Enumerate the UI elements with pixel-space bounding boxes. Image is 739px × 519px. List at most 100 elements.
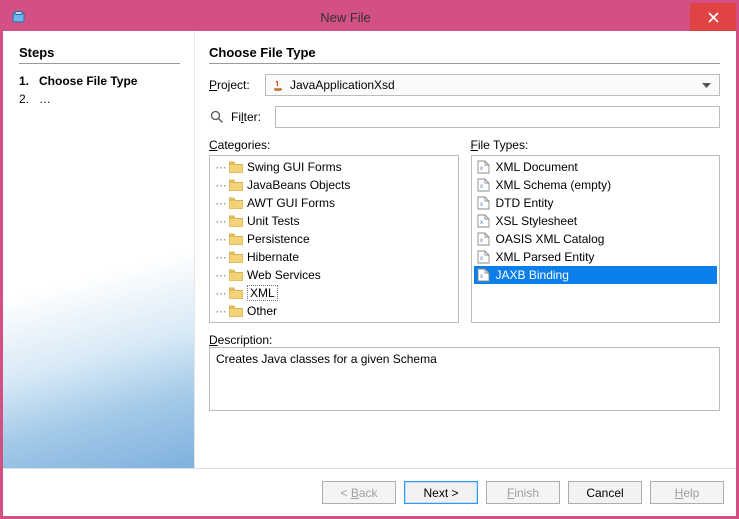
- file-icon: x: [476, 249, 492, 265]
- filetypes-column: File Types: x XML Document x XML Schema (em…: [471, 138, 721, 323]
- help-button: Help: [650, 481, 724, 504]
- svg-text:x: x: [480, 220, 483, 226]
- steps-list: 1. Choose File Type 2. …: [19, 72, 180, 108]
- categories-label: Categories:: [209, 138, 459, 152]
- folder-icon: [228, 213, 244, 229]
- filetype-label: XML Document: [496, 160, 578, 174]
- tree-expand-icon: ⋯: [214, 179, 228, 192]
- categories-listbox[interactable]: ⋯ Swing GUI Forms ⋯ JavaBeans Objects ⋯ AWT G…: [209, 155, 459, 323]
- filetype-item[interactable]: x XML Schema (empty): [474, 176, 718, 194]
- content-area: Steps 1. Choose File Type 2. … Choose Fi…: [3, 31, 736, 468]
- filetype-item[interactable]: xJAXB Binding: [474, 266, 718, 284]
- filetype-item[interactable]: x XML Parsed Entity: [474, 248, 718, 266]
- category-label: XML: [247, 285, 278, 301]
- file-icon: x: [476, 267, 492, 283]
- category-item[interactable]: ⋯ Unit Tests: [212, 212, 456, 230]
- filetype-item[interactable]: x XSL Stylesheet: [474, 212, 718, 230]
- category-item[interactable]: ⋯ Swing GUI Forms: [212, 158, 456, 176]
- categories-column: Categories: ⋯ Swing GUI Forms ⋯ JavaBeans O…: [209, 138, 459, 323]
- close-button[interactable]: [690, 3, 736, 31]
- steps-heading: Steps: [19, 45, 180, 64]
- filetype-label: XML Parsed Entity: [496, 250, 595, 264]
- description-box: Creates Java classes for a given Schema: [209, 347, 720, 411]
- filter-label: Filter:: [231, 110, 269, 124]
- button-bar: < Back Next > Finish Cancel Help: [3, 468, 736, 516]
- main-heading: Choose File Type: [209, 45, 720, 64]
- tree-expand-icon: ⋯: [214, 287, 228, 300]
- filetype-label: OASIS XML Catalog: [496, 232, 605, 246]
- project-value: JavaApplicationXsd: [290, 78, 697, 92]
- file-icon: x: [476, 213, 492, 229]
- folder-icon: [228, 159, 244, 175]
- tree-expand-icon: ⋯: [214, 269, 228, 282]
- file-icon: x: [476, 195, 492, 211]
- filetype-label: DTD Entity: [496, 196, 554, 210]
- tree-expand-icon: ⋯: [214, 215, 228, 228]
- window-title: New File: [1, 10, 690, 25]
- java-project-icon: [270, 77, 286, 93]
- tree-expand-icon: ⋯: [214, 305, 228, 318]
- filetype-label: XML Schema (empty): [496, 178, 612, 192]
- category-item[interactable]: ⋯ AWT GUI Forms: [212, 194, 456, 212]
- category-item[interactable]: ⋯ XML: [212, 284, 456, 302]
- category-label: Web Services: [247, 268, 321, 282]
- tree-expand-icon: ⋯: [214, 197, 228, 210]
- svg-text:x: x: [480, 274, 483, 280]
- svg-text:x: x: [480, 184, 483, 190]
- filetype-label: XSL Stylesheet: [496, 214, 578, 228]
- search-icon: [209, 109, 225, 125]
- category-item[interactable]: ⋯Persistence: [212, 230, 456, 248]
- category-label: Unit Tests: [247, 214, 299, 228]
- description-area: Description: Creates Java classes for a …: [209, 333, 720, 411]
- finish-button: Finish: [486, 481, 560, 504]
- project-combobox[interactable]: JavaApplicationXsd: [265, 74, 720, 96]
- category-item[interactable]: ⋯ JavaBeans Objects: [212, 176, 456, 194]
- tree-expand-icon: ⋯: [214, 251, 228, 264]
- next-button[interactable]: Next >: [404, 481, 478, 504]
- folder-icon: [228, 285, 244, 301]
- filetype-item[interactable]: x OASIS XML Catalog: [474, 230, 718, 248]
- filetype-item[interactable]: x DTD Entity: [474, 194, 718, 212]
- category-label: JavaBeans Objects: [247, 178, 350, 192]
- dropdown-icon: [697, 78, 715, 92]
- filetypes-listbox[interactable]: x XML Document x XML Schema (empty) x DTD Ent…: [471, 155, 721, 323]
- svg-text:x: x: [480, 202, 483, 208]
- filetypes-label: File Types:: [471, 138, 721, 152]
- folder-icon: [228, 177, 244, 193]
- svg-text:x: x: [480, 256, 483, 262]
- folder-icon: [228, 231, 244, 247]
- file-icon: x: [476, 231, 492, 247]
- description-label: Description:: [209, 333, 272, 347]
- project-label: Project:: [209, 78, 259, 92]
- file-icon: x: [476, 159, 492, 175]
- folder-icon: [228, 267, 244, 283]
- category-label: Persistence: [247, 232, 310, 246]
- wizard-window: New File Steps 1. Choose File Type 2. … …: [0, 0, 739, 519]
- titlebar: New File: [3, 3, 736, 31]
- back-button: < Back: [322, 481, 396, 504]
- category-label: AWT GUI Forms: [247, 196, 335, 210]
- filter-input[interactable]: [275, 106, 720, 128]
- category-item[interactable]: ⋯ Other: [212, 302, 456, 320]
- folder-icon: [228, 303, 244, 319]
- file-icon: x: [476, 177, 492, 193]
- svg-text:x: x: [480, 238, 483, 244]
- cancel-button[interactable]: Cancel: [568, 481, 642, 504]
- category-label: Hibernate: [247, 250, 299, 264]
- category-item[interactable]: ⋯ Hibernate: [212, 248, 456, 266]
- svg-text:x: x: [480, 166, 483, 172]
- filetype-item[interactable]: x XML Document: [474, 158, 718, 176]
- category-label: Swing GUI Forms: [247, 160, 342, 174]
- lists-row: Categories: ⋯ Swing GUI Forms ⋯ JavaBeans O…: [209, 138, 720, 323]
- filter-row: Filter:: [209, 106, 720, 128]
- tree-expand-icon: ⋯: [214, 161, 228, 174]
- main-pane: Choose File Type Project: JavaApplicatio…: [195, 31, 736, 468]
- project-row: Project: JavaApplicationXsd: [209, 74, 720, 96]
- folder-icon: [228, 249, 244, 265]
- steps-pane: Steps 1. Choose File Type 2. …: [3, 31, 195, 468]
- category-label: Other: [247, 304, 277, 318]
- step-next: 2. …: [19, 90, 180, 108]
- folder-icon: [228, 195, 244, 211]
- step-choose-file-type: 1. Choose File Type: [19, 72, 180, 90]
- category-item[interactable]: ⋯ Web Services: [212, 266, 456, 284]
